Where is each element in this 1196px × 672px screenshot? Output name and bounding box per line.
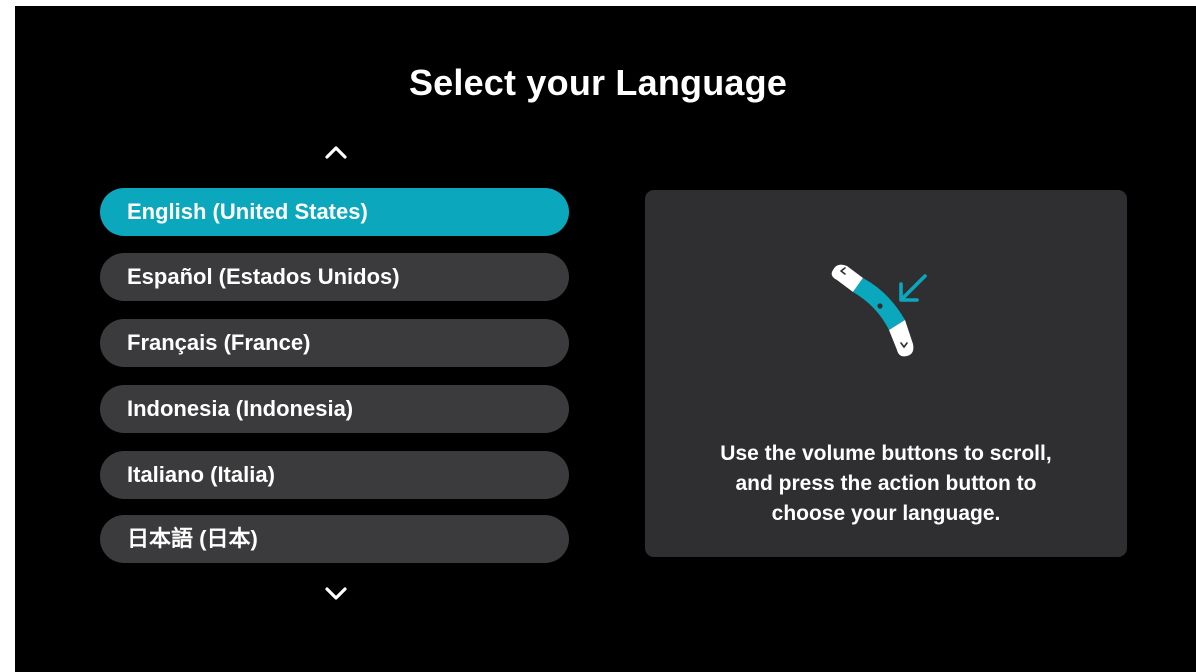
- instructions-line: choose your language.: [771, 502, 1001, 525]
- language-option-label: Italiano (Italia): [127, 462, 275, 487]
- instructions-line: and press the action button to: [735, 472, 1037, 495]
- language-option-japanese-jp[interactable]: 日本語 (日本): [100, 515, 569, 563]
- instructions-line: Use the volume buttons to scroll,: [720, 442, 1052, 465]
- chevron-down-icon[interactable]: [321, 584, 351, 604]
- instructions-text: Use the volume buttons to scroll, and pr…: [645, 439, 1127, 529]
- language-option-francais-fr[interactable]: Français (France): [100, 319, 569, 367]
- language-option-espanol-us[interactable]: Español (Estados Unidos): [100, 253, 569, 301]
- language-option-label: English (United States): [127, 199, 368, 224]
- chevron-up-icon[interactable]: [321, 142, 351, 162]
- language-option-label: Indonesia (Indonesia): [127, 396, 354, 421]
- language-selection-screen: Select your Language English (United Sta…: [15, 6, 1196, 672]
- language-option-label: Español (Estados Unidos): [127, 264, 400, 289]
- language-option-label: 日本語 (日本): [127, 526, 258, 551]
- page-title: Select your Language: [408, 62, 788, 103]
- language-option-indonesia-id[interactable]: Indonesia (Indonesia): [100, 385, 569, 433]
- instructions-panel: Use the volume buttons to scroll, and pr…: [645, 190, 1127, 557]
- language-option-label: Français (France): [127, 330, 311, 355]
- volume-buttons-illustration-icon: [831, 264, 927, 357]
- language-option-italiano-it[interactable]: Italiano (Italia): [100, 451, 569, 499]
- language-option-english-us[interactable]: English (United States): [100, 188, 569, 236]
